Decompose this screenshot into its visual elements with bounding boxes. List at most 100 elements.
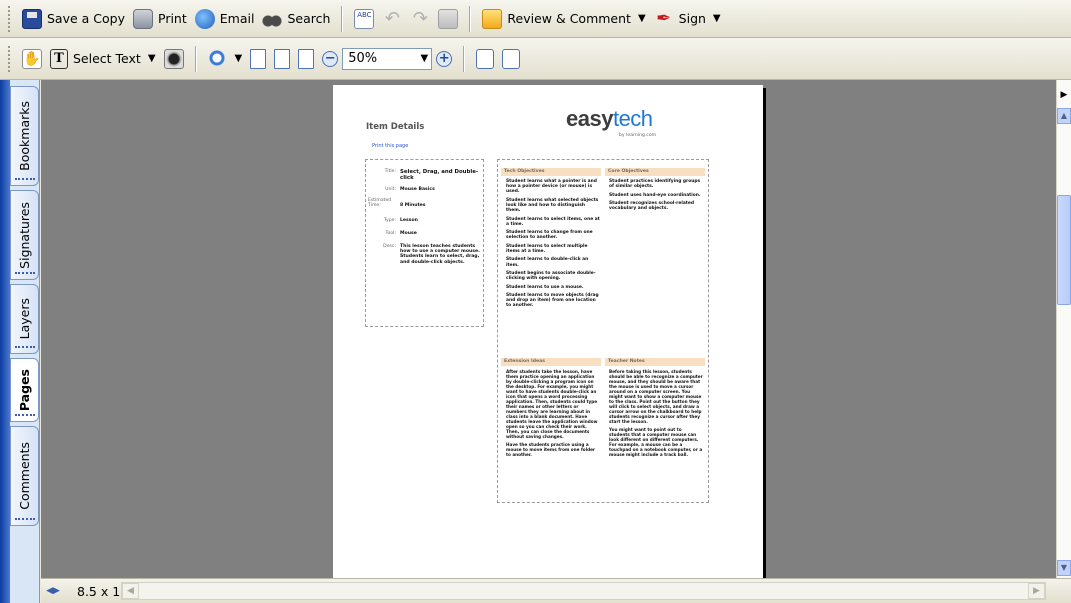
detail-value: This lesson teaches students how to use …: [400, 244, 480, 265]
page-fit-width-icon: [298, 48, 315, 69]
scroll-thumb[interactable]: [1057, 195, 1071, 305]
tab-pages[interactable]: Pages: [10, 358, 39, 422]
chevron-down-icon[interactable]: ▼: [713, 13, 721, 24]
logo-byline: by learning.com: [619, 133, 657, 138]
print-this-page-link[interactable]: Print this page: [372, 143, 408, 149]
detail-value: Lesson: [400, 218, 418, 223]
search-button[interactable]: Search: [258, 5, 334, 33]
detail-title: Title: Select, Drag, and Double-click: [366, 169, 485, 181]
detail-value: Mouse Basics: [400, 187, 435, 192]
select-text-button[interactable]: T Select Text ▼: [46, 45, 160, 73]
toolbar-separator: [463, 45, 466, 72]
core-objectives-header: Core Objectives: [605, 168, 705, 176]
extension-ideas-header: Extension Ideas: [501, 358, 601, 366]
detail-tool: Tool: Mouse: [366, 231, 485, 237]
printer-icon: [133, 8, 153, 29]
tab-grip: [15, 414, 35, 418]
chevron-down-icon[interactable]: ▼: [148, 53, 156, 64]
chevron-down-icon[interactable]: ▼: [638, 13, 646, 24]
horizontal-scrollbar[interactable]: ◀ ▶: [121, 582, 1046, 600]
zoom-level-value: 50%: [348, 50, 378, 66]
vertical-scrollbar[interactable]: ▶ ▲ ▼: [1056, 80, 1071, 578]
email-button[interactable]: Email: [191, 5, 259, 33]
select-text-label: Select Text: [73, 51, 141, 66]
status-bar: ◀▶ 8.5 x 11 in ◀ ▶: [41, 578, 1071, 603]
print-button[interactable]: Print: [129, 5, 191, 33]
camera-snapshot-icon: [163, 48, 184, 69]
minus-circle-icon: −: [322, 50, 339, 67]
detail-key: Estimated Time:: [368, 198, 392, 209]
fit-width-button[interactable]: [294, 45, 318, 73]
spell-check-button[interactable]: ABC: [350, 5, 378, 33]
zoom-out-button[interactable]: −: [318, 45, 342, 73]
scroll-up-arrow[interactable]: ▲: [1057, 108, 1071, 124]
tab-comments[interactable]: Comments: [10, 426, 39, 526]
detail-key: Type:: [383, 218, 396, 223]
text-cursor-icon: T: [50, 48, 68, 69]
detail-value: Select, Drag, and Double-click: [400, 169, 479, 181]
rotate-counterclockwise-button[interactable]: [498, 45, 524, 73]
zoom-in-button[interactable]: +: [432, 45, 456, 73]
sign-label: Sign: [678, 11, 706, 26]
redo-button[interactable]: ↷: [406, 5, 434, 33]
tab-signatures[interactable]: Signatures: [10, 190, 39, 280]
detail-key: Desc:: [383, 244, 396, 249]
detail-estimated-time: Estimated Time: 8 Minutes: [366, 198, 485, 210]
tab-grip: [15, 346, 35, 350]
tab-layers-label: Layers: [17, 298, 32, 340]
copy-button[interactable]: [434, 5, 462, 33]
save-copy-button[interactable]: Save a Copy: [18, 5, 129, 33]
rotate-clockwise-icon: [476, 48, 495, 69]
zoom-in-tool-button[interactable]: ▼: [204, 45, 247, 73]
document-viewport[interactable]: Item Details Print this page easytech by…: [41, 80, 1056, 578]
sign-button[interactable]: ✒ Sign ▼: [650, 5, 725, 33]
detail-key: Unit:: [385, 187, 396, 192]
easytech-logo: easytech: [566, 106, 653, 132]
tab-signatures-label: Signatures: [17, 201, 32, 269]
hand-tool-button[interactable]: ✋: [18, 45, 46, 73]
undo-button[interactable]: ↶: [378, 5, 406, 33]
fit-page-button[interactable]: [270, 45, 294, 73]
navigation-pane-edge[interactable]: [0, 80, 10, 603]
view-toolbar: ✋ T Select Text ▼ ▼ − 50% ▼ +: [0, 38, 1071, 80]
scroll-down-arrow[interactable]: ▼: [1057, 560, 1071, 576]
split-handle-icon[interactable]: ◀▶: [45, 583, 61, 599]
chevron-down-icon[interactable]: ▼: [421, 49, 429, 69]
split-arrow-icon[interactable]: ▶: [1057, 90, 1071, 102]
snapshot-button[interactable]: [160, 45, 188, 73]
list-item: Student learns to double-click an item.: [506, 257, 589, 268]
list-item: After students take the lesson, have the…: [506, 369, 598, 439]
list-item: Before taking this lesson, students shou…: [609, 369, 703, 424]
file-toolbar: Save a Copy Print Email Search ABC ↶ ↷ R…: [0, 0, 1071, 38]
scroll-left-arrow[interactable]: ◀: [122, 583, 139, 599]
scroll-right-arrow[interactable]: ▶: [1028, 583, 1045, 599]
toolbar-separator: [341, 5, 344, 32]
rotate-clockwise-button[interactable]: [472, 45, 498, 73]
review-comment-button[interactable]: Review & Comment ▼: [478, 5, 649, 33]
detail-value: 8 Minutes: [400, 203, 426, 208]
detail-unit: Unit: Mouse Basics: [366, 187, 485, 193]
redo-icon: ↷: [412, 7, 428, 29]
list-item: Student begins to associate double-click…: [506, 270, 596, 282]
hand-icon: ✋: [22, 48, 42, 69]
list-item: Student learns to change from one select…: [506, 230, 593, 241]
list-item: Have the students practice using a mouse…: [506, 442, 595, 458]
pen-sign-icon: ✒: [656, 7, 672, 29]
detail-type: Type: Lesson: [366, 218, 485, 224]
undo-icon: ↶: [384, 7, 400, 29]
actual-size-button[interactable]: [246, 45, 270, 73]
navigation-pane: Bookmarks Signatures Layers Pages Commen…: [0, 80, 40, 603]
detail-key: Tool:: [385, 231, 396, 236]
toolbar-grip[interactable]: [8, 5, 12, 32]
review-comment-label: Review & Comment: [507, 11, 631, 26]
zoom-level-select[interactable]: 50% ▼: [342, 47, 433, 70]
detail-description: Desc: This lesson teaches students how t…: [366, 244, 485, 274]
detail-key: Title:: [384, 169, 396, 174]
tab-bookmarks[interactable]: Bookmarks: [10, 86, 39, 186]
item-details-card: Title: Select, Drag, and Double-click Un…: [365, 159, 484, 327]
toolbar-grip[interactable]: [8, 45, 12, 72]
chevron-down-icon[interactable]: ▼: [235, 53, 243, 64]
pdf-page[interactable]: Item Details Print this page easytech by…: [333, 85, 763, 578]
list-item: Student uses hand-eye coordination.: [609, 192, 701, 198]
tab-layers[interactable]: Layers: [10, 284, 39, 354]
